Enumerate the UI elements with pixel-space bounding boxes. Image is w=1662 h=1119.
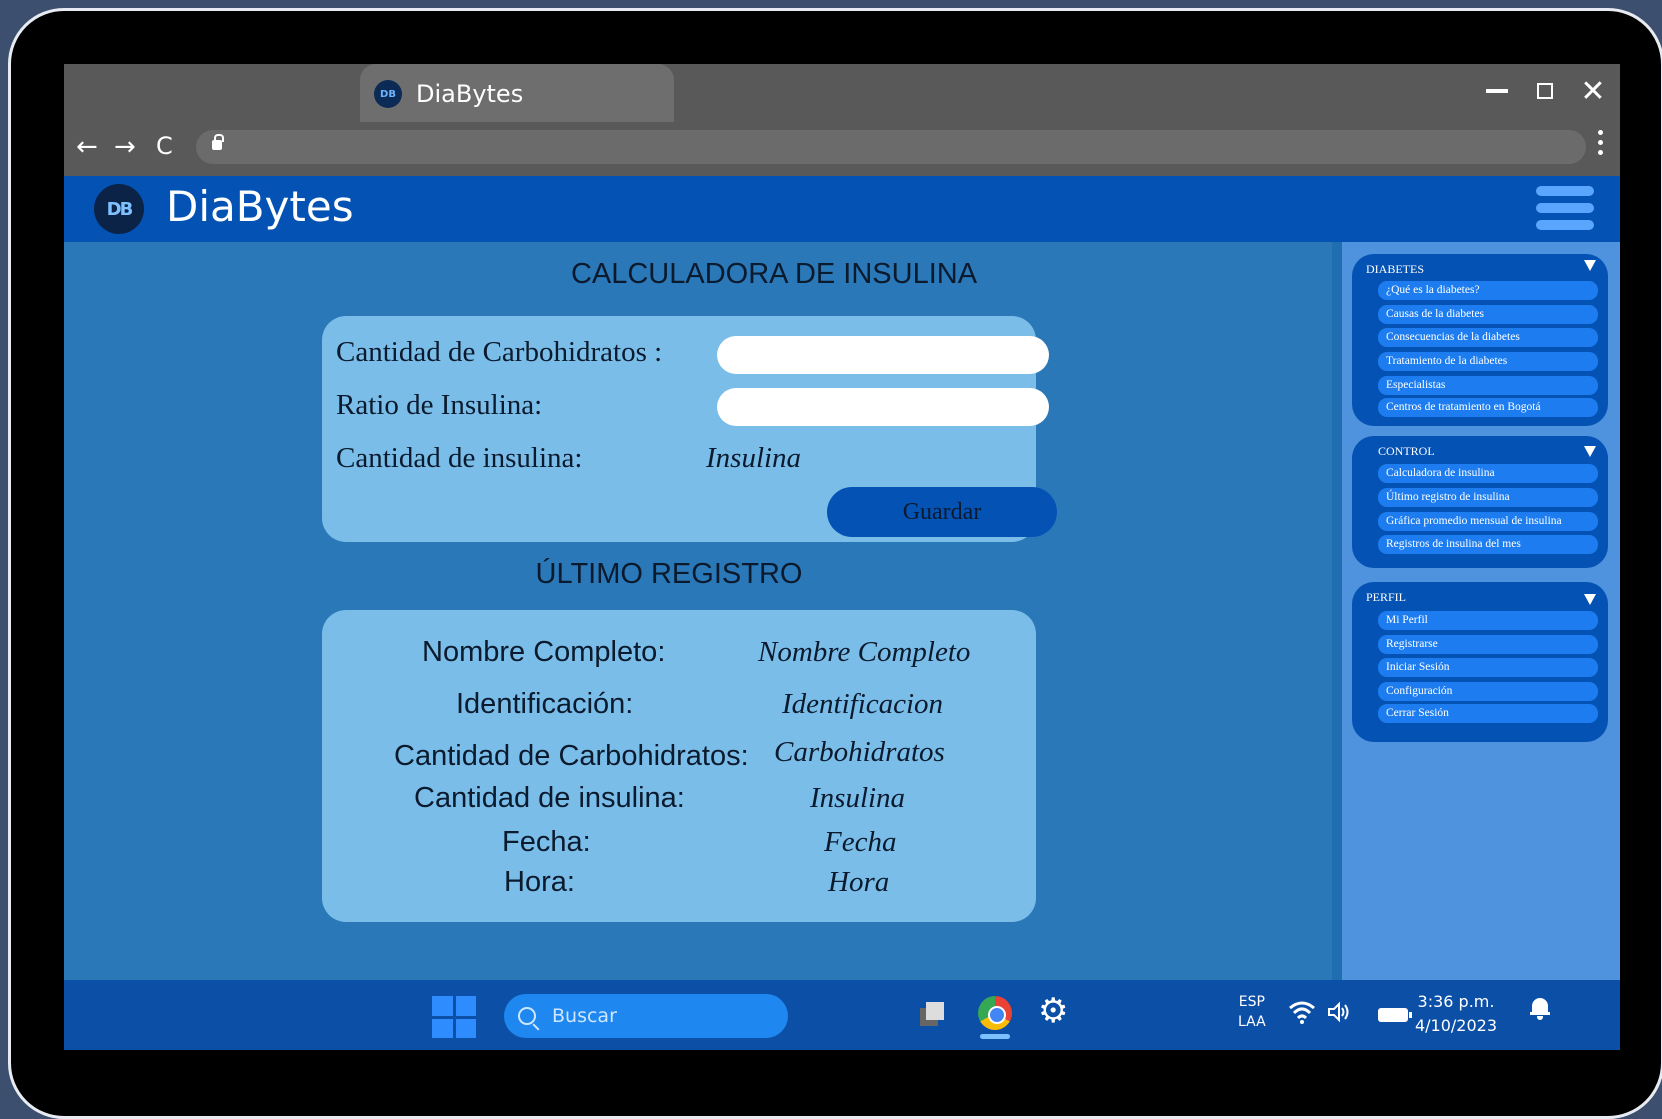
record-label: Cantidad de insulina: [414, 782, 685, 814]
app-logo: DB [94, 184, 144, 234]
sidebar-group-diabetes: DIABETES ¿Qué es la diabetes? Causas de … [1352, 254, 1608, 426]
sidebar-item[interactable]: Causas de la diabetes [1378, 305, 1598, 324]
calculator-title: CALCULADORA DE INSULINA [570, 258, 978, 290]
carbs-input[interactable] [717, 336, 1049, 374]
sidebar-item[interactable]: Cerrar Sesión [1378, 704, 1598, 723]
sidebar-item[interactable]: Último registro de insulina [1378, 488, 1598, 507]
save-button[interactable]: Guardar [827, 487, 1057, 537]
sidebar-item[interactable]: Centros de tratamiento en Bogotá [1378, 398, 1598, 417]
active-app-indicator [980, 1034, 1010, 1039]
lang-bottom: LAA [1238, 1014, 1266, 1030]
lang-top: ESP [1238, 994, 1265, 1010]
sidebar-group-control: CONTROL Calculadora de insulina Último r… [1352, 436, 1608, 568]
sidebar-item[interactable]: Mi Perfil [1378, 611, 1598, 630]
sidebar-item[interactable]: Consecuencias de la diabetes [1378, 328, 1598, 347]
sidebar-item[interactable]: ¿Qué es la diabetes? [1378, 281, 1598, 300]
reload-icon[interactable]: C [156, 132, 173, 160]
sidebar-item[interactable]: Tratamiento de la diabetes [1378, 352, 1598, 371]
taskbar-search[interactable]: Buscar [504, 994, 788, 1038]
record-value: Fecha [824, 826, 897, 858]
group-title[interactable]: PERFIL [1366, 590, 1406, 605]
hamburger-menu-icon[interactable] [1536, 186, 1594, 230]
ratio-input[interactable] [717, 388, 1049, 426]
taskbar: Buscar ⚙ ESP LAA 3:36 p.m. 4/10/2023 [64, 980, 1620, 1050]
favicon-icon: DB [374, 80, 402, 108]
sidebar-item[interactable]: Iniciar Sesión [1378, 658, 1598, 677]
record-value: Carbohidratos [774, 736, 945, 768]
screen: DB DiaBytes ✕ ← → C DB DiaBytes CALCULAD… [64, 64, 1620, 1050]
lock-icon [212, 134, 224, 150]
clock-date: 4/10/2023 [1414, 1016, 1498, 1035]
browser-tabbar: DB DiaBytes ✕ [64, 64, 1620, 122]
chevron-down-icon[interactable] [1584, 260, 1596, 271]
chevron-down-icon[interactable] [1584, 446, 1596, 457]
windows-start-icon[interactable] [432, 996, 476, 1038]
search-placeholder: Buscar [552, 1005, 617, 1027]
close-icon[interactable]: ✕ [1578, 74, 1608, 109]
maximize-icon[interactable] [1530, 74, 1560, 108]
settings-gear-icon[interactable]: ⚙ [1038, 994, 1068, 1028]
sidebar-item[interactable]: Registros de insulina del mes [1378, 535, 1598, 554]
last-record-card: Nombre Completo: Nombre Completo Identif… [322, 610, 1036, 922]
record-value: Identificacion [782, 688, 944, 720]
back-icon[interactable]: ← [76, 132, 98, 162]
sidebar-item[interactable]: Registrarse [1378, 635, 1598, 654]
record-label: Fecha: [502, 826, 591, 858]
sidebar-item[interactable]: Configuración [1378, 682, 1598, 701]
language-indicator[interactable]: ESP LAA [1238, 992, 1266, 1032]
wifi-icon[interactable] [1288, 1000, 1316, 1030]
last-record-title: ÚLTIMO REGISTRO [535, 558, 803, 590]
address-bar[interactable] [196, 130, 1586, 164]
search-icon [518, 1007, 536, 1025]
notification-bell-icon[interactable] [1530, 996, 1550, 1020]
sidebar-group-perfil: PERFIL Mi Perfil Registrarse Iniciar Ses… [1352, 582, 1608, 742]
sidebar-item[interactable]: Gráfica promedio mensual de insulina [1378, 512, 1598, 531]
sidebar: DIABETES ¿Qué es la diabetes? Causas de … [1342, 242, 1620, 980]
carbs-label: Cantidad de Carbohidratos : [336, 336, 663, 368]
group-title[interactable]: DIABETES [1366, 262, 1424, 277]
clock-time: 3:36 p.m. [1417, 992, 1495, 1011]
app-title: DiaBytes [166, 182, 354, 231]
chevron-down-icon[interactable] [1584, 594, 1596, 605]
chrome-icon[interactable] [978, 996, 1012, 1030]
browser-tab[interactable]: DB DiaBytes [360, 64, 674, 122]
record-label: Nombre Completo: [422, 636, 666, 668]
task-view-icon[interactable] [920, 1002, 944, 1026]
app-header: DB DiaBytes [64, 176, 1620, 242]
group-title[interactable]: CONTROL [1378, 444, 1435, 459]
window-controls: ✕ [1482, 74, 1608, 109]
minimize-icon[interactable] [1482, 74, 1512, 108]
record-value: Hora [828, 866, 890, 898]
forward-icon[interactable]: → [114, 132, 136, 162]
clock[interactable]: 3:36 p.m. 4/10/2023 [1410, 990, 1502, 1038]
calculator-card: Cantidad de Carbohidratos : Ratio de Ins… [322, 316, 1057, 542]
record-label: Cantidad de Carbohidratos: [394, 740, 749, 772]
record-value: Insulina [810, 782, 906, 814]
record-value: Nombre Completo [758, 636, 971, 668]
main-content: CALCULADORA DE INSULINA Cantidad de Carb… [64, 242, 1332, 980]
volume-icon[interactable] [1326, 1000, 1352, 1030]
insulin-label: Cantidad de insulina: [336, 442, 583, 474]
ratio-label: Ratio de Insulina: [336, 389, 543, 421]
tab-title: DiaBytes [416, 80, 524, 108]
record-label: Identificación: [456, 688, 634, 720]
sidebar-item[interactable]: Especialistas [1378, 376, 1598, 395]
record-label: Hora: [504, 866, 575, 898]
browser-toolbar: ← → C [64, 122, 1620, 176]
sidebar-item[interactable]: Calculadora de insulina [1378, 464, 1598, 483]
browser-menu-icon[interactable] [1598, 130, 1604, 155]
battery-icon[interactable] [1378, 1008, 1412, 1022]
insulin-value: Insulina [706, 442, 802, 474]
